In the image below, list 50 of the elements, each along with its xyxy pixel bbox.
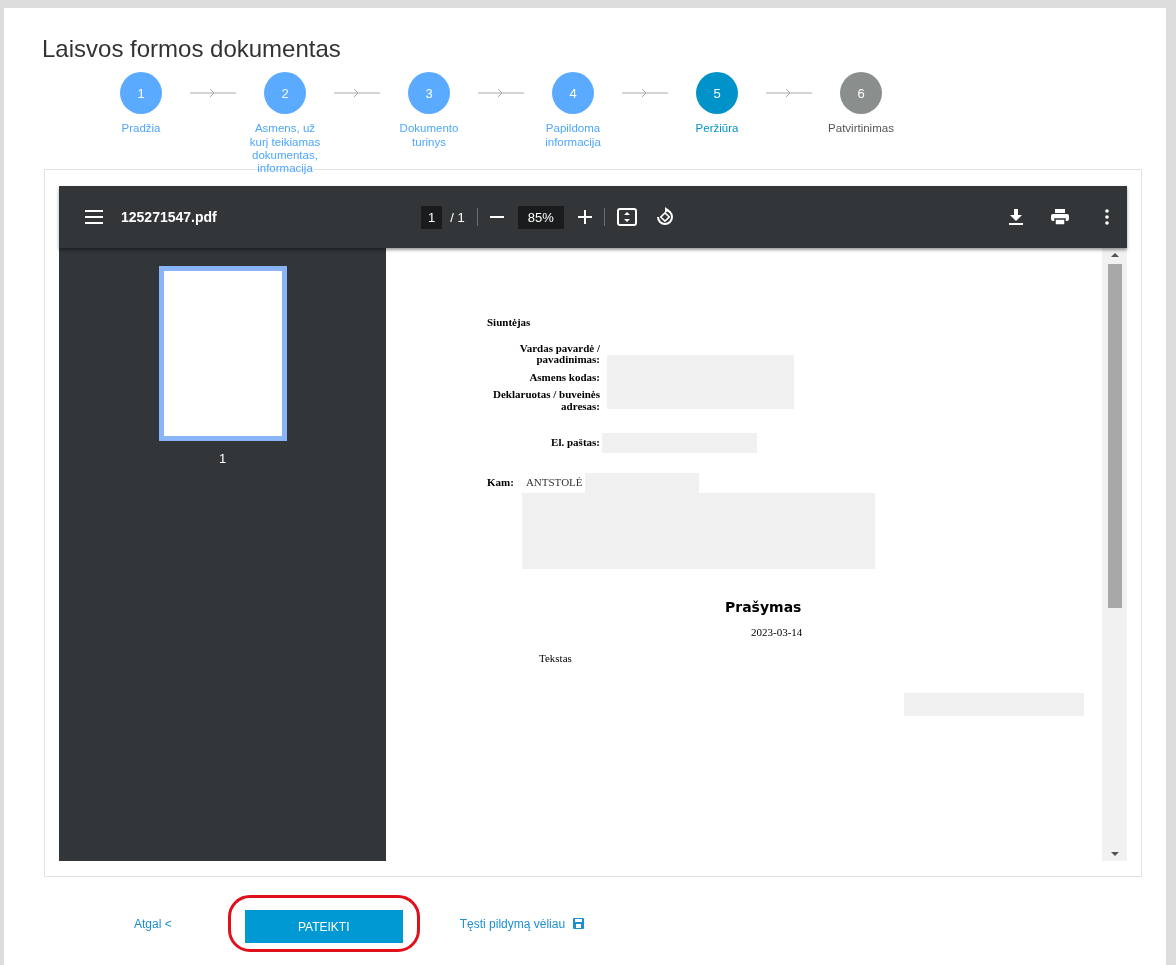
print-icon[interactable] [1051, 209, 1069, 226]
step-circle[interactable]: 5 [696, 72, 738, 115]
download-icon[interactable] [1009, 209, 1023, 226]
sender-heading: Siuntėjas [487, 315, 532, 331]
field-label: Kam: [487, 475, 514, 491]
field-label: Asmens kodas: [528, 371, 600, 384]
zoom-field[interactable]: 85% [517, 205, 564, 229]
step-arrow [332, 88, 382, 99]
step-label: Asmens, už kurį teikiamas dokumentas, informacija [248, 122, 322, 176]
back-link[interactable]: Atgal < [134, 914, 172, 933]
field-label: El. paštas: [550, 436, 600, 449]
fit-page-icon[interactable] [616, 208, 637, 227]
scrollbar-thumb[interactable] [1107, 264, 1122, 609]
recipient-text: ANTSTOLĖ [525, 475, 583, 491]
step-circle[interactable]: 3 [408, 72, 450, 115]
step-label: Peržiūra [694, 122, 740, 136]
page-thumbnail[interactable] [158, 266, 287, 442]
save-icon [573, 918, 585, 930]
zoom-in-icon[interactable] [577, 210, 592, 225]
menu-icon[interactable] [85, 210, 103, 225]
zoom-out-icon[interactable] [489, 216, 504, 219]
document-heading: Prašymas [725, 597, 803, 617]
thumbnail-page-number: 1 [218, 450, 227, 469]
file-name: 125271547.pdf [121, 207, 218, 227]
step-circle[interactable]: 6 [840, 72, 882, 115]
more-options-icon[interactable] [1105, 209, 1109, 226]
page-total: / 1 [450, 208, 465, 227]
step-label: Dokumento turinys [398, 122, 460, 149]
step-arrow [476, 88, 526, 99]
document-text: Tekstas [539, 651, 573, 666]
step-arrow [188, 88, 238, 99]
step-arrow [620, 88, 670, 99]
document-date: 2023-03-14 [751, 624, 804, 640]
step-arrow [764, 88, 814, 99]
step-circle[interactable]: 1 [120, 72, 162, 115]
step-circle[interactable]: 4 [552, 72, 594, 115]
step-label: Pradžia [120, 122, 162, 136]
scroll-down-icon[interactable] [1110, 851, 1119, 858]
step-label: Patvirtinimas [827, 122, 895, 136]
rotate-icon[interactable] [654, 207, 675, 228]
step-label: Papildoma informacija [544, 122, 602, 149]
page-number-field[interactable]: 1 [421, 205, 443, 229]
step-circle[interactable]: 2 [264, 72, 306, 115]
save-later-link[interactable]: Tęsti pildymą vėliau [459, 914, 585, 933]
scroll-up-icon[interactable] [1110, 252, 1119, 259]
page-title: Laisvos formos dokumentas [42, 36, 342, 63]
scrollbar[interactable] [1102, 248, 1127, 862]
field-label: Vardas pavardė / pavadinimas: [518, 342, 600, 366]
submit-button[interactable]: PATEIKTI [244, 910, 403, 944]
field-label: Deklaruotas / buveinės adresas: [492, 389, 600, 413]
